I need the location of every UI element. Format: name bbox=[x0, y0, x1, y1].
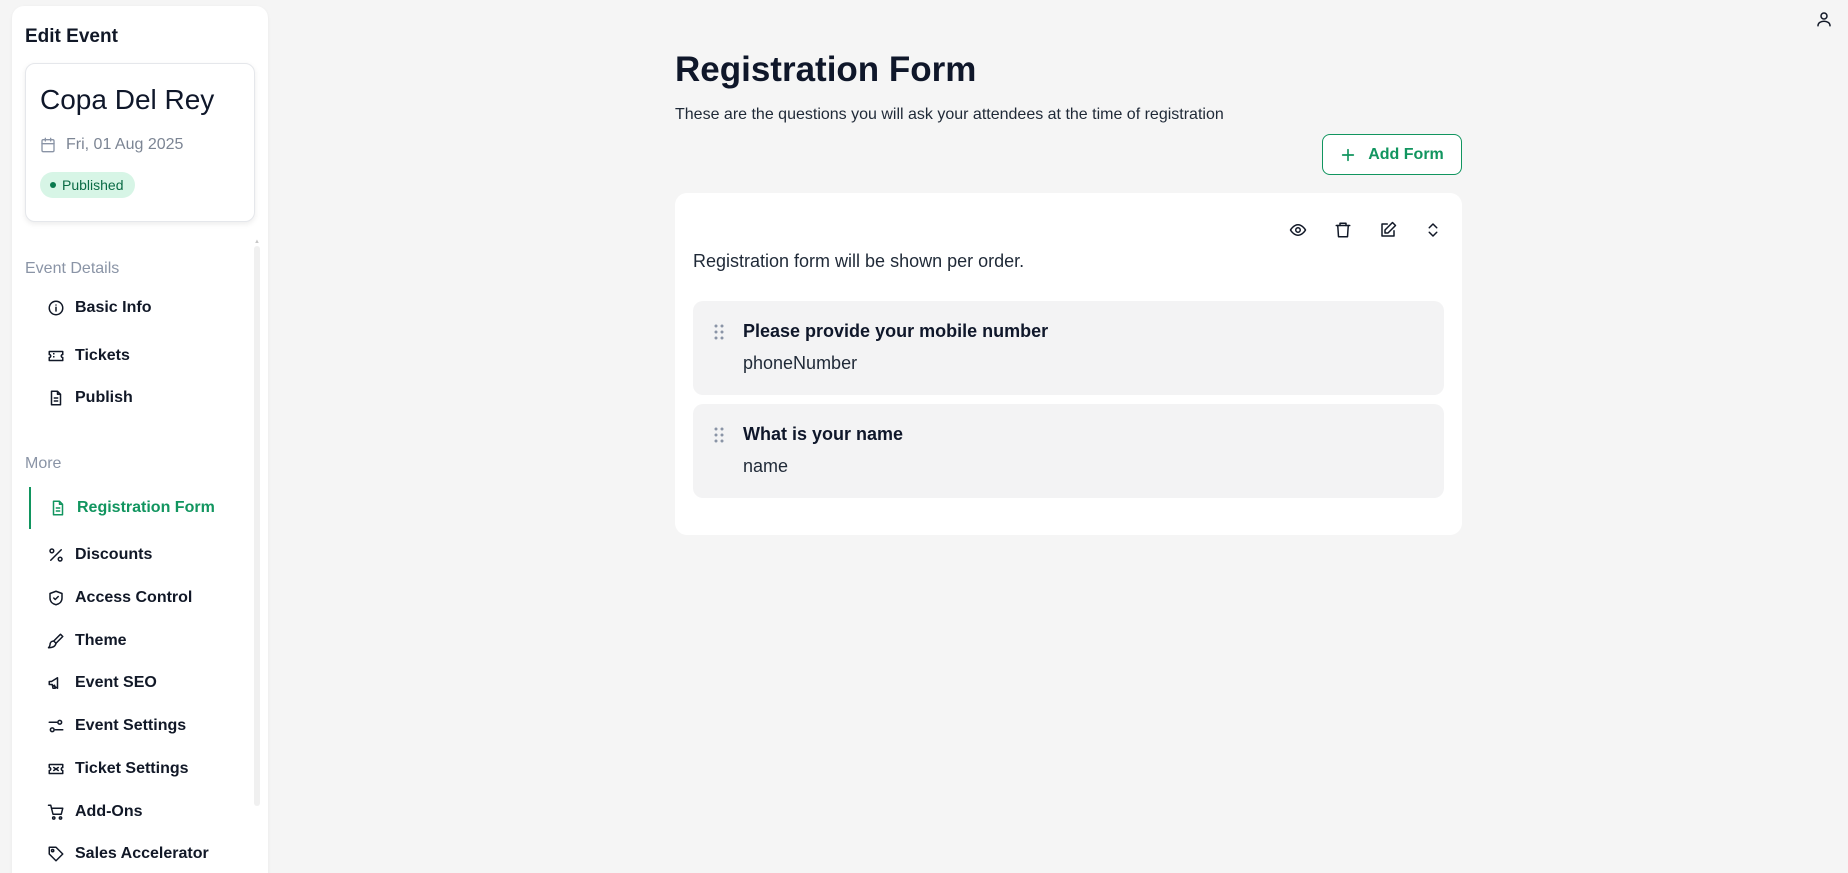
status-badge-label: Published bbox=[62, 177, 124, 193]
cart-icon bbox=[47, 803, 65, 821]
sidebar-item-ticket-settings[interactable]: Ticket Settings bbox=[47, 754, 247, 784]
event-name: Copa Del Rey bbox=[40, 84, 215, 115]
status-badge: Published bbox=[40, 172, 135, 198]
tag-icon bbox=[47, 845, 65, 863]
info-icon bbox=[47, 299, 65, 317]
sidebar-item-basic-info[interactable]: Basic Info bbox=[47, 293, 247, 323]
sidebar-item-label: Basic Info bbox=[75, 299, 152, 316]
sidebar-item-sales-accelerator[interactable]: Sales Accelerator bbox=[47, 839, 247, 869]
question-item[interactable]: Please provide your mobile number phoneN… bbox=[693, 301, 1444, 395]
question-key: phoneNumber bbox=[743, 353, 858, 373]
plus-icon bbox=[1340, 147, 1356, 163]
add-form-button[interactable]: Add Form bbox=[1322, 134, 1462, 175]
sidebar-item-label: Add-Ons bbox=[75, 803, 143, 820]
trash-icon[interactable] bbox=[1334, 221, 1352, 239]
sidebar-item-tickets[interactable]: Tickets bbox=[47, 341, 247, 371]
sidebar-item-publish[interactable]: Publish bbox=[47, 383, 247, 413]
sidebar-item-add-ons[interactable]: Add-Ons bbox=[47, 797, 247, 827]
edit-icon[interactable] bbox=[1379, 221, 1397, 239]
megaphone-icon bbox=[47, 674, 65, 692]
expand-icon[interactable] bbox=[1424, 221, 1442, 239]
sidebar-item-event-seo[interactable]: Event SEO bbox=[47, 668, 247, 698]
section-event-details: Event Details bbox=[25, 260, 120, 277]
percent-icon bbox=[47, 546, 65, 564]
form-card-actions bbox=[1289, 221, 1442, 239]
question-title: Please provide your mobile number bbox=[743, 321, 1049, 341]
sidebar-item-access-control[interactable]: Access Control bbox=[47, 583, 247, 613]
question-item[interactable]: What is your name name bbox=[693, 404, 1444, 498]
sidebar-item-label: Registration Form bbox=[77, 499, 215, 516]
form-description: Registration form will be shown per orde… bbox=[693, 251, 1025, 271]
brush-icon bbox=[47, 632, 65, 650]
sidebar-item-label: Access Control bbox=[75, 589, 193, 606]
drag-handle-icon[interactable] bbox=[713, 427, 725, 443]
document-icon bbox=[47, 389, 65, 407]
status-dot-icon bbox=[50, 182, 56, 188]
form-icon bbox=[49, 499, 67, 517]
sidebar-item-label: Publish bbox=[75, 389, 133, 406]
add-form-button-label: Add Form bbox=[1368, 145, 1444, 163]
sidebar-item-label: Discounts bbox=[75, 546, 153, 563]
sidebar-title: Edit Event bbox=[25, 26, 118, 47]
sidebar-item-registration-form[interactable]: Registration Form bbox=[29, 493, 229, 523]
event-date-text: Fri, 01 Aug 2025 bbox=[66, 136, 184, 153]
sidebar-item-label: Ticket Settings bbox=[75, 760, 189, 777]
sidebar: Edit Event Copa Del Rey Fri, 01 Aug 2025… bbox=[12, 6, 268, 873]
page-title: Registration Form bbox=[675, 50, 977, 89]
shield-icon bbox=[47, 589, 65, 607]
sidebar-item-theme[interactable]: Theme bbox=[47, 626, 247, 656]
question-key: name bbox=[743, 456, 789, 476]
sidebar-item-event-settings[interactable]: Event Settings bbox=[47, 711, 247, 741]
sidebar-item-label: Tickets bbox=[75, 347, 130, 364]
sliders-icon bbox=[47, 717, 65, 735]
question-title: What is your name bbox=[743, 424, 904, 444]
sidebar-item-label: Sales Accelerator bbox=[75, 845, 209, 862]
eye-icon[interactable] bbox=[1289, 221, 1307, 239]
sidebar-item-discounts[interactable]: Discounts bbox=[47, 540, 247, 570]
scroll-up-icon[interactable]: ▲ bbox=[254, 239, 260, 245]
sidebar-scrollbar[interactable] bbox=[254, 246, 260, 806]
user-icon[interactable] bbox=[1815, 10, 1833, 28]
event-date: Fri, 01 Aug 2025 bbox=[40, 136, 183, 154]
section-more: More bbox=[25, 455, 62, 472]
drag-handle-icon[interactable] bbox=[713, 324, 725, 340]
event-card: Copa Del Rey Fri, 01 Aug 2025 Published bbox=[25, 63, 255, 222]
ticket-icon bbox=[47, 347, 65, 365]
sidebar-item-label: Event Settings bbox=[75, 717, 187, 734]
ticket-settings-icon bbox=[47, 760, 65, 778]
sidebar-item-label: Theme bbox=[75, 632, 127, 649]
sidebar-item-label: Event SEO bbox=[75, 674, 157, 691]
registration-form-card: Registration form will be shown per orde… bbox=[675, 193, 1462, 535]
page-subtitle: These are the questions you will ask you… bbox=[675, 106, 1224, 123]
calendar-icon bbox=[40, 137, 56, 153]
